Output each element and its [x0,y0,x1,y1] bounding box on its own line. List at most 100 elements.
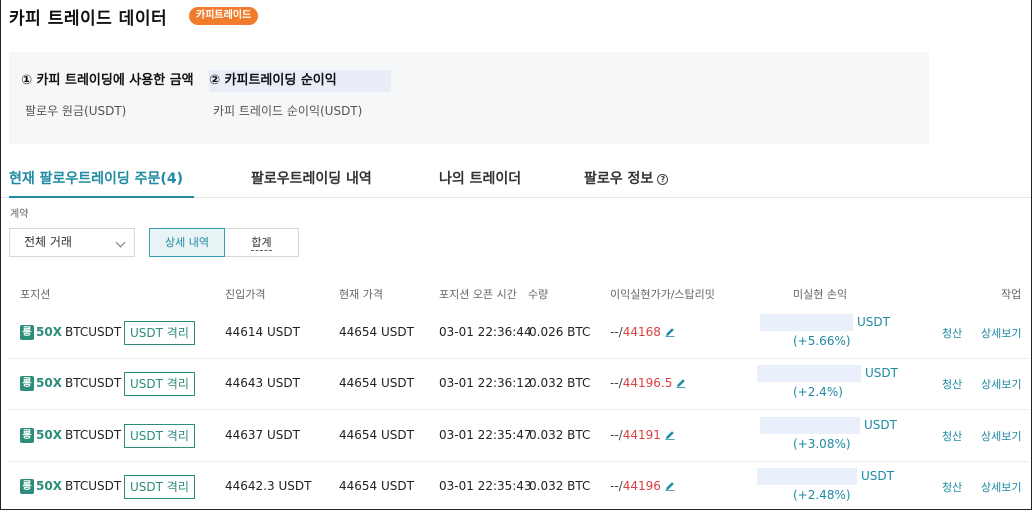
page-frame: 카피 트레이드 데이터 카피트레이드 ① 카피 트레이딩에 사용한 금액 팔로우… [0,0,1032,510]
view-detail-link[interactable]: 상세보기 [981,325,1021,341]
tab-follow-info-label: 팔로우 정보 [584,171,654,187]
view-detail-link[interactable]: 상세보기 [981,428,1021,444]
symbol: BTCUSDT [65,479,122,493]
tab-current-orders[interactable]: 현재 팔로우트레이딩 주문(4) [9,168,183,188]
contract-select-value: 전체 거래 [24,235,72,249]
pnl-amount-placeholder [757,468,857,485]
stop-limit-value: 44196.5 [622,376,673,390]
tp-sl: --/44168 [610,325,675,339]
tp-sl: --/44191 [610,428,675,442]
detail-view-button[interactable]: 상세 내역 [149,228,225,257]
header-open-time: 포지션 오픈 시간 [439,288,517,301]
quantity: 0.026 BTC [529,325,591,339]
contract-label: 계약 [10,209,29,220]
symbol: BTCUSDT [65,428,122,442]
take-profit-value: -- [610,376,619,390]
quantity: 0.032 BTC [529,428,591,442]
tp-sl: --/44196.5 [610,376,686,390]
view-detail-link[interactable]: 상세보기 [981,376,1021,392]
summary-panel: ① 카피 트레이딩에 사용한 금액 팔로우 원금(USDT) ② 카피트레이딩 … [9,52,929,144]
pnl-unit: USDT [861,469,894,483]
summary-net-profit: ② 카피트레이딩 순이익 카피 트레이드 순이익(USDT) [209,70,391,119]
pnl-amount-placeholder [760,314,853,331]
edit-pencil-icon[interactable] [676,378,686,388]
long-side-icon: 롱 [20,428,34,443]
tab-my-traders[interactable]: 나의 트레이더 [439,168,521,188]
header-quantity: 수량 [528,288,549,301]
chevron-down-icon [115,237,126,248]
current-price: 44654 USDT [339,325,414,339]
leverage: 50X [36,428,62,442]
long-side-icon: 롱 [20,325,34,340]
margin-mode-tag: USDT 격리 [124,424,195,448]
summary-profit-label: 카피 트레이드 순이익(USDT) [213,104,363,118]
total-view-label: 합계 [251,236,272,251]
contract-select[interactable]: 전체 거래 [9,228,135,257]
view-detail-link[interactable]: 상세보기 [981,479,1021,495]
tab-follow-info[interactable]: 팔로우 정보? [584,168,669,188]
current-price: 44654 USDT [339,376,414,390]
header-action: 작업 [1001,288,1022,301]
summary-used-amount: ① 카피 트레이딩에 사용한 금액 팔로우 원금(USDT) [21,70,200,119]
table-row: 롱 50X BTCUSDT USDT 격리 44614 USDT 44654 USDT 03… [9,307,1029,359]
take-profit-value: -- [610,428,619,442]
leverage: 50X [36,376,62,390]
long-side-icon: 롱 [20,376,34,391]
close-position-link[interactable]: 청산 [942,376,962,392]
header-position: 포지션 [20,288,51,301]
table-row: 롱 50X BTCUSDT USDT 격리 44637 USDT 44654 USDT 03… [9,410,1029,462]
tab-history[interactable]: 팔로우트레이딩 내역 [251,168,372,188]
open-time: 03-01 22:35:43 [439,479,532,493]
stop-limit-value: 44191 [622,428,661,442]
pnl-percent: (+2.4%) [793,385,843,399]
pnl-amount-placeholder [757,365,861,382]
total-view-button[interactable]: 합계 [225,228,299,257]
take-profit-value: -- [610,325,619,339]
page-title: 카피 트레이드 데이터 [9,9,168,29]
leverage: 50X [36,325,62,339]
open-time: 03-01 22:36:12 [439,376,532,390]
pnl-unit: USDT [857,315,890,329]
summary-used-title: ① 카피 트레이딩에 사용한 금액 [21,73,194,88]
quantity: 0.032 BTC [529,376,591,390]
tp-sl: --/44196 [610,479,675,493]
table-row: 롱 50X BTCUSDT USDT 격리 44642.3 USDT 44654 USDT… [9,461,1029,510]
entry-price: 44642.3 USDT [225,479,312,493]
pnl-percent: (+5.66%) [793,334,851,348]
pnl-amount-placeholder [760,417,860,434]
edit-pencil-icon[interactable] [665,327,675,337]
edit-pencil-icon[interactable] [665,481,675,491]
entry-price: 44614 USDT [225,325,300,339]
header-entry-price: 진입가격 [225,288,266,301]
copytrade-badge: 카피트레이드 [189,7,259,25]
stop-limit-value: 44196 [622,479,661,493]
long-side-icon: 롱 [20,479,34,494]
take-profit-value: -- [610,479,619,493]
pnl-percent: (+2.48%) [793,488,851,502]
header-tp-sl: 이익실현가가/스탑리밋 [610,288,715,301]
pnl-unit: USDT [865,366,898,380]
help-icon[interactable]: ? [657,174,669,185]
open-time: 03-01 22:36:44 [439,325,532,339]
summary-used-label: 팔로우 원금(USDT) [25,104,127,118]
stop-limit-value: 44168 [622,325,661,339]
pnl-unit: USDT [864,418,897,432]
close-position-link[interactable]: 청산 [942,428,962,444]
leverage: 50X [36,479,62,493]
table-row: 롱 50X BTCUSDT USDT 격리 44643 USDT 44654 USDT 03… [9,358,1029,410]
header-unrealized-pnl: 미실현 손익 [793,288,848,301]
margin-mode-tag: USDT 격리 [124,475,195,499]
pnl-percent: (+3.08%) [793,437,851,451]
current-price: 44654 USDT [339,428,414,442]
edit-pencil-icon[interactable] [665,430,675,440]
open-time: 03-01 22:35:47 [439,428,532,442]
entry-price: 44637 USDT [225,428,300,442]
margin-mode-tag: USDT 격리 [124,372,195,396]
close-position-link[interactable]: 청산 [942,479,962,495]
header-current-price: 현재 가격 [339,288,383,301]
close-position-link[interactable]: 청산 [942,325,962,341]
summary-profit-title: ② 카피트레이딩 순이익 [209,70,391,92]
symbol: BTCUSDT [65,325,122,339]
entry-price: 44643 USDT [225,376,300,390]
tab-bar: 현재 팔로우트레이딩 주문(4) 팔로우트레이딩 내역 나의 트레이더 팔로우 … [1,160,1031,198]
